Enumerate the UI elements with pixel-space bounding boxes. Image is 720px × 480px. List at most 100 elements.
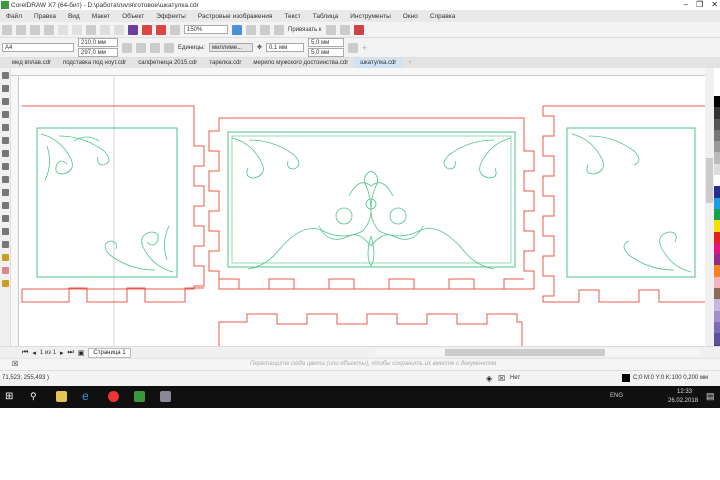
new-icon[interactable]	[2, 24, 12, 35]
palette-swatch[interactable]	[714, 265, 720, 277]
tab-document[interactable]: мед вплав.cdr	[0, 58, 57, 68]
import-icon[interactable]	[142, 24, 152, 35]
horizontal-scroll-thumb[interactable]	[445, 349, 605, 356]
next-page-icon[interactable]: ▸	[60, 349, 64, 357]
vertical-scroll-thumb[interactable]	[706, 158, 713, 203]
horizontal-ruler[interactable]	[11, 68, 705, 76]
minimize-button[interactable]: –	[684, 0, 688, 9]
page-preset-select[interactable]: А4	[2, 43, 74, 52]
polygon-tool-icon[interactable]	[2, 176, 9, 183]
palette-swatch[interactable]	[714, 107, 720, 119]
menu-bitmaps[interactable]: Растровые изображения	[192, 13, 279, 20]
start-button[interactable]: ⊞	[5, 391, 16, 402]
tab-document-active[interactable]: шкатулка.cdr	[354, 58, 403, 68]
palette-swatch[interactable]	[714, 276, 720, 289]
palette-swatch[interactable]	[714, 231, 720, 243]
rectangle-tool-icon[interactable]	[2, 150, 9, 157]
transparency-icon[interactable]	[2, 241, 9, 248]
no-color-swatch-icon[interactable]: ☒	[12, 360, 18, 368]
current-page-icon[interactable]	[164, 42, 174, 53]
menu-object[interactable]: Объект	[116, 13, 150, 20]
portrait-icon[interactable]	[122, 42, 132, 53]
interactive-fill-icon[interactable]	[2, 267, 9, 274]
search-content-icon[interactable]	[128, 24, 138, 35]
units-select[interactable]: миллиме...	[208, 43, 253, 52]
page-width-field[interactable]: 210,0 мм	[78, 38, 118, 47]
duplicate-x-field[interactable]: 5,0 мм	[307, 38, 344, 47]
clock-time[interactable]: 12:33	[677, 389, 692, 395]
menu-tools[interactable]: Инструменты	[344, 13, 397, 20]
options-icon[interactable]	[325, 24, 336, 35]
publish-pdf-icon[interactable]	[170, 24, 180, 35]
add-page-icon[interactable]: ▣	[78, 349, 85, 357]
palette-swatch[interactable]	[714, 242, 720, 255]
print-icon[interactable]	[44, 24, 54, 35]
eyedropper-icon[interactable]	[2, 254, 9, 261]
palette-swatch[interactable]	[714, 220, 720, 232]
tab-document[interactable]: мерило мужского достоинства.cdr	[247, 58, 354, 68]
first-page-icon[interactable]: ⏮	[22, 349, 28, 357]
menu-file[interactable]: Файл	[0, 13, 28, 20]
grid-icon[interactable]	[260, 24, 270, 35]
copy-icon[interactable]	[72, 24, 82, 35]
palette-swatch[interactable]	[714, 208, 720, 221]
rulers-icon[interactable]	[246, 24, 256, 35]
outline-color-swatch[interactable]	[622, 374, 630, 382]
connector-tool-icon[interactable]	[2, 215, 9, 222]
vertical-ruler[interactable]	[11, 76, 19, 346]
palette-swatch[interactable]	[714, 299, 720, 311]
save-icon[interactable]	[30, 24, 40, 35]
full-screen-icon[interactable]	[232, 24, 242, 35]
yandex-browser-icon[interactable]	[108, 391, 119, 402]
export-icon[interactable]	[156, 24, 166, 35]
treat-as-filled-icon[interactable]	[347, 42, 358, 53]
palette-swatch[interactable]	[714, 141, 720, 153]
restore-button[interactable]: ❐	[696, 0, 703, 9]
clock-date[interactable]: 26.02.2018	[668, 398, 698, 404]
menu-window[interactable]: Окно	[397, 13, 424, 20]
undo-icon[interactable]	[100, 24, 110, 35]
drawing-canvas[interactable]	[19, 76, 705, 346]
paste-icon[interactable]	[86, 24, 96, 35]
shape-tool-icon[interactable]	[2, 85, 9, 92]
duplicate-y-field[interactable]: 5,0 мм	[307, 48, 344, 57]
file-explorer-icon[interactable]	[56, 391, 67, 402]
menu-layout[interactable]: Макет	[86, 13, 116, 20]
palette-swatch[interactable]	[714, 333, 720, 345]
add-icon[interactable]: +	[362, 43, 367, 53]
palette-swatch[interactable]	[714, 186, 720, 198]
palette-swatch[interactable]	[714, 321, 720, 334]
tab-document[interactable]: салфетница 2015.cdr	[132, 58, 203, 68]
palette-swatch[interactable]	[714, 197, 720, 209]
page-tab[interactable]: Страница 1	[88, 347, 131, 358]
language-indicator[interactable]: ENG	[610, 393, 623, 399]
palette-swatch[interactable]	[714, 129, 720, 142]
palette-swatch[interactable]	[714, 96, 720, 108]
application-launcher-icon[interactable]	[339, 24, 350, 35]
search-icon[interactable]: ⚲	[30, 391, 41, 402]
ellipse-tool-icon[interactable]	[2, 163, 9, 170]
zoom-level-select[interactable]: 150%	[184, 25, 228, 34]
freehand-tool-icon[interactable]	[2, 124, 9, 131]
palette-swatch[interactable]	[714, 118, 720, 130]
menu-table[interactable]: Таблица	[307, 13, 345, 20]
text-tool-icon[interactable]	[2, 189, 9, 196]
nudge-distance-field[interactable]: 0,1 мм	[265, 43, 304, 52]
menu-edit[interactable]: Правка	[28, 13, 62, 20]
edge-browser-icon[interactable]: e	[82, 390, 93, 402]
tab-document[interactable]: тарелка.cdr	[203, 58, 247, 68]
palette-swatch[interactable]	[714, 254, 720, 266]
welcome-screen-icon[interactable]	[353, 24, 364, 35]
snap-to-dropdown[interactable]: Привязать к	[288, 27, 322, 33]
open-icon[interactable]	[16, 24, 26, 35]
landscape-icon[interactable]	[136, 42, 146, 53]
smart-fill-icon[interactable]	[2, 280, 9, 287]
coreldraw-taskbar-icon[interactable]	[134, 391, 145, 402]
artistic-media-icon[interactable]	[2, 137, 9, 144]
drop-shadow-icon[interactable]	[2, 228, 9, 235]
horizontal-scrollbar[interactable]	[375, 349, 700, 356]
all-pages-icon[interactable]	[150, 42, 160, 53]
pick-tool-icon[interactable]	[2, 72, 9, 79]
last-page-icon[interactable]: ⏭	[67, 349, 73, 357]
close-button[interactable]: ✕	[711, 0, 718, 9]
